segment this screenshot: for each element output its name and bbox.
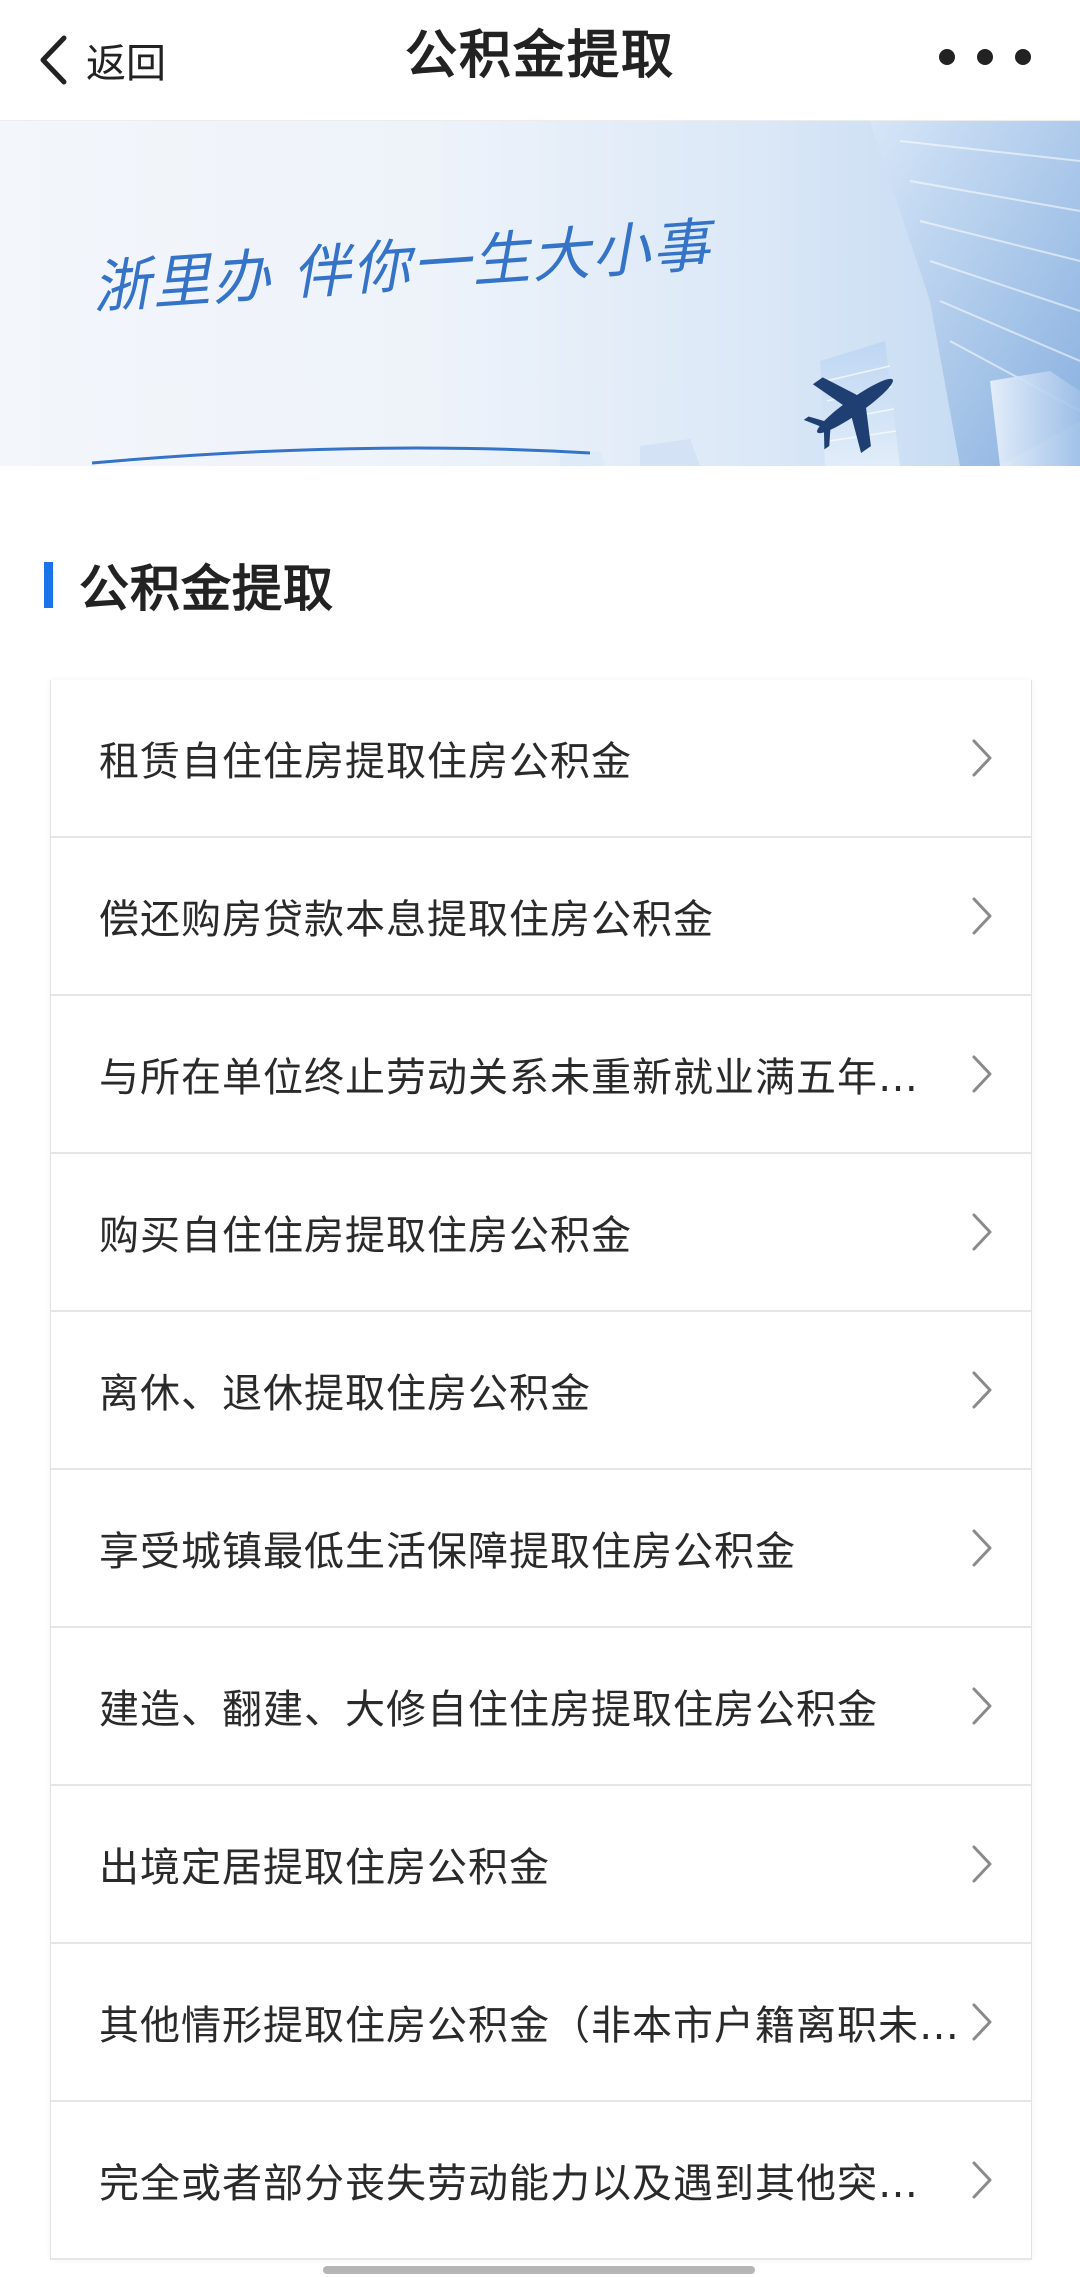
list-item[interactable]: 享受城镇最低生活保障提取住房公积金 <box>51 1470 1031 1628</box>
chevron-right-icon <box>971 2002 993 2046</box>
top-nav-bar: 返回 公积金提取 <box>0 0 1080 121</box>
service-list: 租赁自住住房提取住房公积金 偿还购房贷款本息提取住房公积金 与所在单位终止劳动关… <box>50 680 1032 2260</box>
list-item[interactable]: 完全或者部分丧失劳动能力以及遇到其他突… <box>51 2102 1031 2260</box>
list-item-label: 建造、翻建、大修自住住房提取住房公积金 <box>99 1687 878 1733</box>
page-title: 公积金提取 <box>404 26 675 86</box>
list-item-label: 完全或者部分丧失劳动能力以及遇到其他突… <box>99 2161 919 2207</box>
list-item[interactable]: 购买自住住房提取住房公积金 <box>51 1154 1031 1312</box>
banner: 浙里办 伴你一生大小事 <box>0 121 1080 466</box>
chevron-right-icon <box>971 1054 993 1098</box>
chevron-right-icon <box>971 1528 993 1572</box>
list-item[interactable]: 出境定居提取住房公积金 <box>51 1786 1031 1944</box>
chevron-right-icon <box>971 738 993 782</box>
section-accent-bar <box>44 562 53 608</box>
chevron-right-icon <box>971 1686 993 1730</box>
home-indicator[interactable] <box>323 2266 755 2274</box>
list-item[interactable]: 其他情形提取住房公积金（非本市户籍离职未… <box>51 1944 1031 2102</box>
list-item-label: 购买自住住房提取住房公积金 <box>99 1213 632 1259</box>
list-item-label: 与所在单位终止劳动关系未重新就业满五年… <box>99 1055 919 1101</box>
list-item-label: 偿还购房贷款本息提取住房公积金 <box>99 897 714 943</box>
list-item-label: 其他情形提取住房公积金（非本市户籍离职未… <box>99 2003 960 2049</box>
more-button[interactable] <box>930 40 1040 74</box>
section-title: 公积金提取 <box>79 560 334 618</box>
list-item-label: 租赁自住住房提取住房公积金 <box>99 739 632 785</box>
list-item-label: 出境定居提取住房公积金 <box>99 1845 550 1891</box>
list-item-label: 享受城镇最低生活保障提取住房公积金 <box>99 1529 796 1575</box>
chevron-right-icon <box>971 1844 993 1888</box>
chevron-right-icon <box>971 1370 993 1414</box>
list-item-label: 离休、退休提取住房公积金 <box>99 1371 591 1417</box>
chevron-right-icon <box>971 1212 993 1256</box>
section-header: 公积金提取 <box>44 557 334 618</box>
list-item[interactable]: 偿还购房贷款本息提取住房公积金 <box>51 838 1031 996</box>
list-item[interactable]: 建造、翻建、大修自住住房提取住房公积金 <box>51 1628 1031 1786</box>
more-dots-icon <box>930 49 1040 78</box>
list-item[interactable]: 与所在单位终止劳动关系未重新就业满五年… <box>51 996 1031 1154</box>
chevron-right-icon <box>971 2160 993 2204</box>
list-item[interactable]: 租赁自住住房提取住房公积金 <box>51 680 1031 838</box>
list-item[interactable]: 离休、退休提取住房公积金 <box>51 1312 1031 1470</box>
chevron-right-icon <box>971 896 993 940</box>
